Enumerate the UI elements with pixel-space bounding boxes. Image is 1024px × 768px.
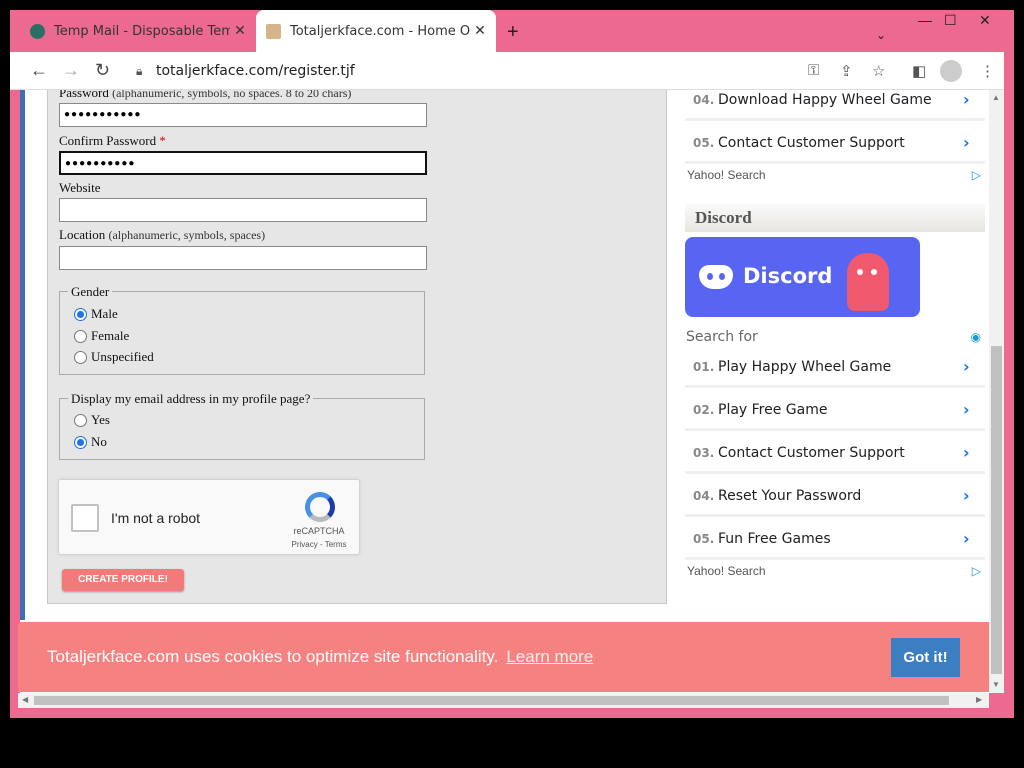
password-label: Password (alphanumeric, symbols, no spac…: [59, 90, 352, 100]
website-label: Website: [59, 180, 101, 195]
horizontal-scroll-thumb[interactable]: [34, 696, 949, 705]
tab-title: Totaljerkface.com - Home Of Hap: [290, 23, 470, 39]
side-panel-icon[interactable]: ◧: [912, 62, 926, 80]
left-accent-bar: [20, 90, 25, 620]
lock-icon: 🔒︎: [136, 63, 143, 78]
browser-toolbar: ← → ↻ 🔒︎ totaljerkface.com/register.tjf …: [10, 52, 1004, 90]
list-item[interactable]: 03. Contact Customer Support ›: [685, 434, 985, 474]
list-item[interactable]: 02. Play Free Game ›: [685, 391, 985, 431]
horizontal-scrollbar[interactable]: ◀ ▶: [18, 693, 989, 708]
radio-unspecified[interactable]: [74, 350, 87, 364]
scroll-up-icon[interactable]: ▲: [992, 93, 1000, 102]
location-field[interactable]: [59, 246, 427, 270]
yahoo-search-label[interactable]: Yahoo! Search: [687, 168, 766, 182]
reload-icon[interactable]: ↻: [95, 60, 110, 80]
gender-option-male[interactable]: Male: [74, 306, 118, 322]
list-item[interactable]: 05. Fun Free Games ›: [685, 520, 985, 560]
recaptcha-logo-icon: [305, 492, 335, 522]
back-icon[interactable]: ←: [30, 60, 48, 80]
gender-option-unspecified[interactable]: Unspecified: [74, 349, 154, 365]
display-email-option-no[interactable]: No: [74, 434, 107, 450]
adchoices-icon[interactable]: ▷: [972, 564, 981, 578]
cookie-banner: Totaljerkface.com uses cookies to optimi…: [18, 622, 989, 692]
close-tab-icon[interactable]: ✕: [470, 23, 490, 39]
yahoo-search-label[interactable]: Yahoo! Search: [687, 564, 766, 578]
display-email-option-yes[interactable]: Yes: [74, 412, 110, 428]
location-label: Location (alphanumeric, symbols, spaces): [59, 227, 266, 242]
chevron-right-icon: ›: [963, 443, 970, 462]
learn-more-link[interactable]: Learn more: [506, 647, 593, 667]
key-icon[interactable]: ⚿: [808, 62, 819, 79]
discord-logo-icon: [699, 265, 733, 289]
totaljerkface-favicon-icon: [266, 23, 281, 39]
close-window-button[interactable]: ✕: [979, 12, 991, 29]
maximize-button[interactable]: ☐: [944, 12, 957, 29]
chevron-right-icon: ›: [963, 133, 970, 152]
radio-male[interactable]: [74, 307, 87, 321]
discord-wordmark: Discord: [743, 264, 833, 288]
recaptcha-brand: reCAPTCHA: [293, 526, 345, 536]
chevron-right-icon: ›: [963, 400, 970, 419]
chevron-right-icon: ›: [963, 90, 970, 109]
password-field[interactable]: ●●●●●●●●●●●: [59, 103, 427, 127]
new-tab-button[interactable]: +: [507, 22, 519, 42]
gender-fieldset: Gender Male Female Unspecified: [59, 284, 425, 375]
tab-temp-mail[interactable]: Temp Mail - Disposable Tempora ✕: [20, 10, 256, 52]
chevron-right-icon: ›: [963, 357, 970, 376]
search-for-label: Search for: [686, 329, 758, 345]
bookmark-star-icon[interactable]: ☆: [872, 62, 885, 80]
profile-avatar[interactable]: [940, 60, 962, 82]
adchoices-icon[interactable]: ▷: [972, 168, 981, 182]
vertical-scrollbar[interactable]: ▲ ▼: [989, 90, 1004, 693]
radio-no[interactable]: [74, 435, 87, 449]
discord-heading: Discord: [685, 204, 985, 232]
tab-search-icon[interactable]: ⌄: [876, 28, 886, 42]
scroll-left-icon[interactable]: ◀: [22, 695, 28, 704]
close-tab-icon[interactable]: ✕: [230, 23, 250, 39]
radio-yes[interactable]: [74, 413, 87, 427]
menu-kebab-icon[interactable]: ⋮: [980, 62, 995, 80]
got-it-button[interactable]: Got it!: [891, 638, 960, 677]
confirm-password-label: Confirm Password *: [59, 133, 166, 148]
register-form: Password (alphanumeric, symbols, no spac…: [47, 90, 667, 604]
discord-banner[interactable]: Discord: [685, 237, 920, 317]
url-text: totaljerkface.com/register.tjf: [156, 63, 355, 79]
chevron-right-icon: ›: [963, 529, 970, 548]
forward-icon[interactable]: →: [62, 60, 80, 80]
scroll-right-icon[interactable]: ▶: [976, 695, 982, 704]
minimize-button[interactable]: —: [918, 12, 932, 28]
website-field[interactable]: [59, 198, 427, 222]
cookie-message: Totaljerkface.com uses cookies to optimi…: [47, 647, 499, 666]
display-email-fieldset: Display my email address in my profile p…: [59, 391, 425, 460]
radio-female[interactable]: [74, 329, 87, 343]
tempmail-favicon-icon: [30, 23, 45, 39]
gender-legend: Gender: [68, 284, 113, 300]
list-item[interactable]: 04. Reset Your Password ›: [685, 477, 985, 517]
share-icon[interactable]: ⇪: [840, 62, 853, 80]
tab-title: Temp Mail - Disposable Tempora: [54, 23, 230, 39]
display-email-legend: Display my email address in my profile p…: [68, 391, 314, 407]
confirm-password-field[interactable]: ●●●●●●●●●●: [59, 151, 427, 175]
chevron-right-icon: ›: [963, 486, 970, 505]
list-item[interactable]: 04. Download Happy Wheel Game ›: [685, 90, 985, 121]
ad-visibility-icon[interactable]: ◉: [971, 330, 981, 344]
list-item[interactable]: 01. Play Happy Wheel Game ›: [685, 348, 985, 388]
list-item[interactable]: 05. Contact Customer Support ›: [685, 124, 985, 164]
recaptcha-checkbox[interactable]: [71, 504, 99, 532]
scroll-down-icon[interactable]: ▼: [992, 680, 1000, 689]
vertical-scroll-thumb[interactable]: [991, 346, 1002, 674]
recaptcha-widget: I'm not a robot reCAPTCHA Privacy - Term…: [58, 479, 360, 555]
discord-mascot-icon: [847, 253, 889, 311]
address-bar[interactable]: 🔒︎ totaljerkface.com/register.tjf: [126, 56, 906, 86]
page-content: Password (alphanumeric, symbols, no spac…: [20, 90, 989, 693]
recaptcha-label: I'm not a robot: [111, 510, 201, 526]
recaptcha-terms[interactable]: Privacy - Terms: [281, 540, 357, 549]
tab-totaljerkface[interactable]: Totaljerkface.com - Home Of Hap ✕: [256, 10, 496, 52]
create-profile-button[interactable]: CREATE PROFILE!: [62, 569, 184, 591]
gender-option-female[interactable]: Female: [74, 328, 129, 344]
